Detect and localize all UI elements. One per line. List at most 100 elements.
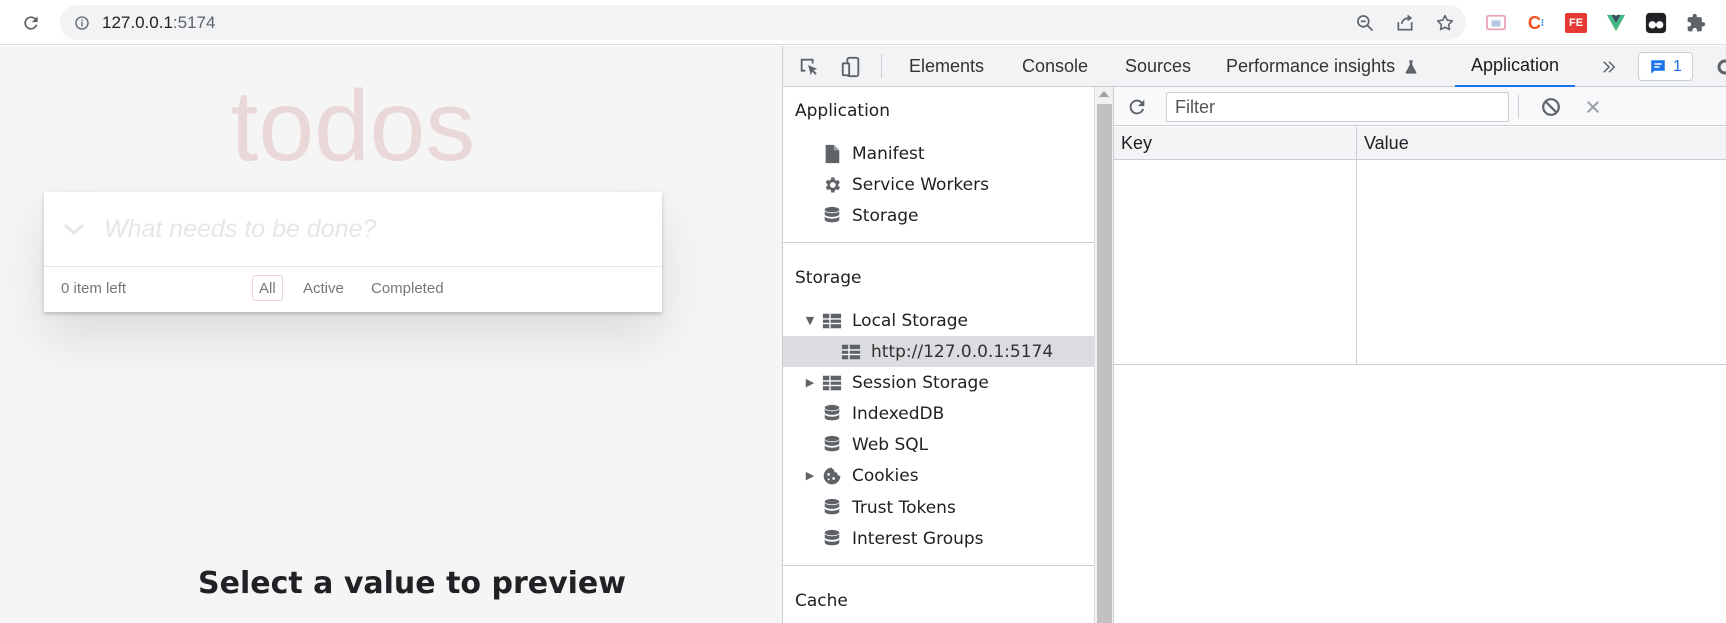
sidebar-item-interest-groups[interactable]: Interest Groups (783, 523, 1094, 554)
table-icon (821, 372, 843, 394)
sidebar-item-service-workers[interactable]: Service Workers (783, 169, 1094, 200)
address-bar[interactable]: 127.0.0.1:5174 (60, 5, 1466, 40)
sidebar-item-manifest[interactable]: Manifest (783, 138, 1094, 169)
application-sidebar: Application Manifest Service Workers Sto… (783, 87, 1094, 623)
tab-application[interactable]: Application (1455, 46, 1576, 87)
sidebar-scrollbar[interactable] (1094, 87, 1113, 623)
toolbar-separator (1518, 95, 1519, 119)
filter-input[interactable] (1166, 92, 1509, 122)
local-storage-view: Key Value (1114, 87, 1726, 623)
extensions-puzzle-icon[interactable] (1684, 11, 1708, 35)
toggle-all-button[interactable] (56, 214, 92, 244)
block-icon (1542, 98, 1560, 116)
device-toolbar-button[interactable] (838, 54, 864, 80)
close-icon (1587, 101, 1599, 113)
reload-button[interactable] (17, 9, 45, 37)
sidebar-item-trust-tokens[interactable]: Trust Tokens (783, 492, 1094, 523)
clear-all-button[interactable] (1538, 94, 1564, 120)
database-icon (821, 434, 843, 456)
todo-card: 0 item left All Active Completed (44, 192, 662, 312)
more-tabs-button[interactable] (1597, 54, 1621, 80)
table-icon (821, 310, 843, 332)
tabbar-separator (881, 54, 882, 78)
devtools-tabbar: Elements Console Sources Performance ins… (783, 46, 1726, 87)
browser-toolbar: 127.0.0.1:5174 C ⁝ FE (0, 0, 1726, 45)
section-title-application: Application (795, 101, 890, 121)
preview-placeholder: Select a value to preview (198, 566, 626, 601)
table-icon (840, 341, 862, 363)
tab-sources[interactable]: Sources (1125, 46, 1191, 87)
sidebar-item-session-storage[interactable]: ▶ Session Storage (783, 367, 1094, 398)
star-icon (1436, 14, 1454, 31)
database-icon (821, 497, 843, 519)
new-todo-input[interactable] (104, 198, 644, 260)
column-header-value[interactable]: Value (1357, 127, 1726, 160)
filter-completed[interactable]: Completed (364, 275, 451, 301)
todo-count: 0 item left (61, 280, 127, 297)
zoom-out-icon (1357, 15, 1374, 32)
share-button[interactable] (1394, 12, 1416, 34)
storage-table: Key Value (1114, 127, 1726, 365)
c-extension-icon[interactable]: C ⁝ (1524, 11, 1548, 35)
column-header-key[interactable]: Key (1114, 127, 1356, 160)
scrollbar-thumb[interactable] (1097, 104, 1112, 623)
filter-active[interactable]: Active (296, 275, 351, 301)
inspect-cursor-icon (800, 58, 818, 76)
reading-list-extension-icon[interactable] (1484, 11, 1508, 35)
message-icon (1651, 59, 1665, 74)
sidebar-item-local-storage-origin[interactable]: http://127.0.0.1:5174 (783, 336, 1094, 367)
database-icon (821, 403, 843, 425)
tab-performance-insights[interactable]: Performance insights (1226, 46, 1419, 87)
issues-counter-button[interactable]: 1 (1638, 52, 1693, 81)
triangle-down-icon[interactable]: ▼ (803, 314, 817, 328)
tab-performance-insights-label: Performance insights (1226, 56, 1396, 76)
url-text[interactable]: 127.0.0.1:5174 (102, 13, 215, 33)
sidebar-item-storage[interactable]: Storage (783, 200, 1094, 231)
sidebar-item-web-sql[interactable]: Web SQL (783, 429, 1094, 460)
zoom-button[interactable] (1354, 12, 1376, 34)
tab-console[interactable]: Console (1022, 46, 1088, 87)
fe-extension-icon[interactable]: FE (1564, 11, 1588, 35)
storage-toolbar (1114, 87, 1726, 126)
sidebar-item-indexeddb[interactable]: IndexedDB (783, 398, 1094, 429)
triangle-right-icon[interactable]: ▶ (803, 376, 817, 390)
bookmark-button[interactable] (1434, 12, 1456, 34)
delete-selected-button[interactable] (1580, 94, 1606, 120)
app-page: todos 0 item left All Active Completed (0, 46, 782, 623)
issues-count: 1 (1673, 57, 1682, 75)
sidebar-item-cookies[interactable]: ▶ Cookies (783, 460, 1094, 491)
footer-divider (44, 266, 662, 267)
vue-devtools-icon[interactable] (1604, 11, 1628, 35)
database-icon (821, 205, 843, 227)
double-chevron-right-icon (1603, 61, 1616, 73)
sidebar-item-local-storage[interactable]: ▼ Local Storage (783, 305, 1094, 336)
file-icon (821, 143, 843, 165)
refresh-icon (1129, 99, 1145, 115)
tab-elements[interactable]: Elements (909, 46, 984, 87)
section-divider (783, 242, 1094, 243)
chevron-down-icon (64, 223, 84, 236)
url-port: :5174 (172, 13, 216, 32)
section-title-cache: Cache (795, 591, 848, 611)
share-icon (1397, 14, 1413, 31)
refresh-button[interactable] (1124, 94, 1150, 120)
triangle-right-icon[interactable]: ▶ (803, 469, 817, 483)
column-divider[interactable] (1356, 127, 1357, 365)
reload-icon (24, 16, 38, 30)
section-divider (783, 565, 1094, 566)
database-icon (821, 528, 843, 550)
app-title: todos (230, 70, 476, 182)
filter-all[interactable]: All (252, 275, 283, 301)
table-header: Key Value (1114, 127, 1726, 160)
cookie-icon (821, 465, 843, 487)
url-host: 127.0.0.1 (102, 13, 173, 32)
tampermonkey-icon[interactable] (1644, 11, 1668, 35)
scroll-up-arrow-icon[interactable] (1099, 91, 1109, 97)
devtools-panel: Elements Console Sources Performance ins… (782, 46, 1726, 623)
device-mode-icon (841, 56, 860, 78)
site-info-icon[interactable] (74, 15, 90, 31)
settings-icon[interactable] (1715, 58, 1726, 76)
gear-icon (821, 174, 843, 196)
inspect-element-button[interactable] (796, 54, 822, 80)
section-title-storage: Storage (795, 268, 862, 288)
